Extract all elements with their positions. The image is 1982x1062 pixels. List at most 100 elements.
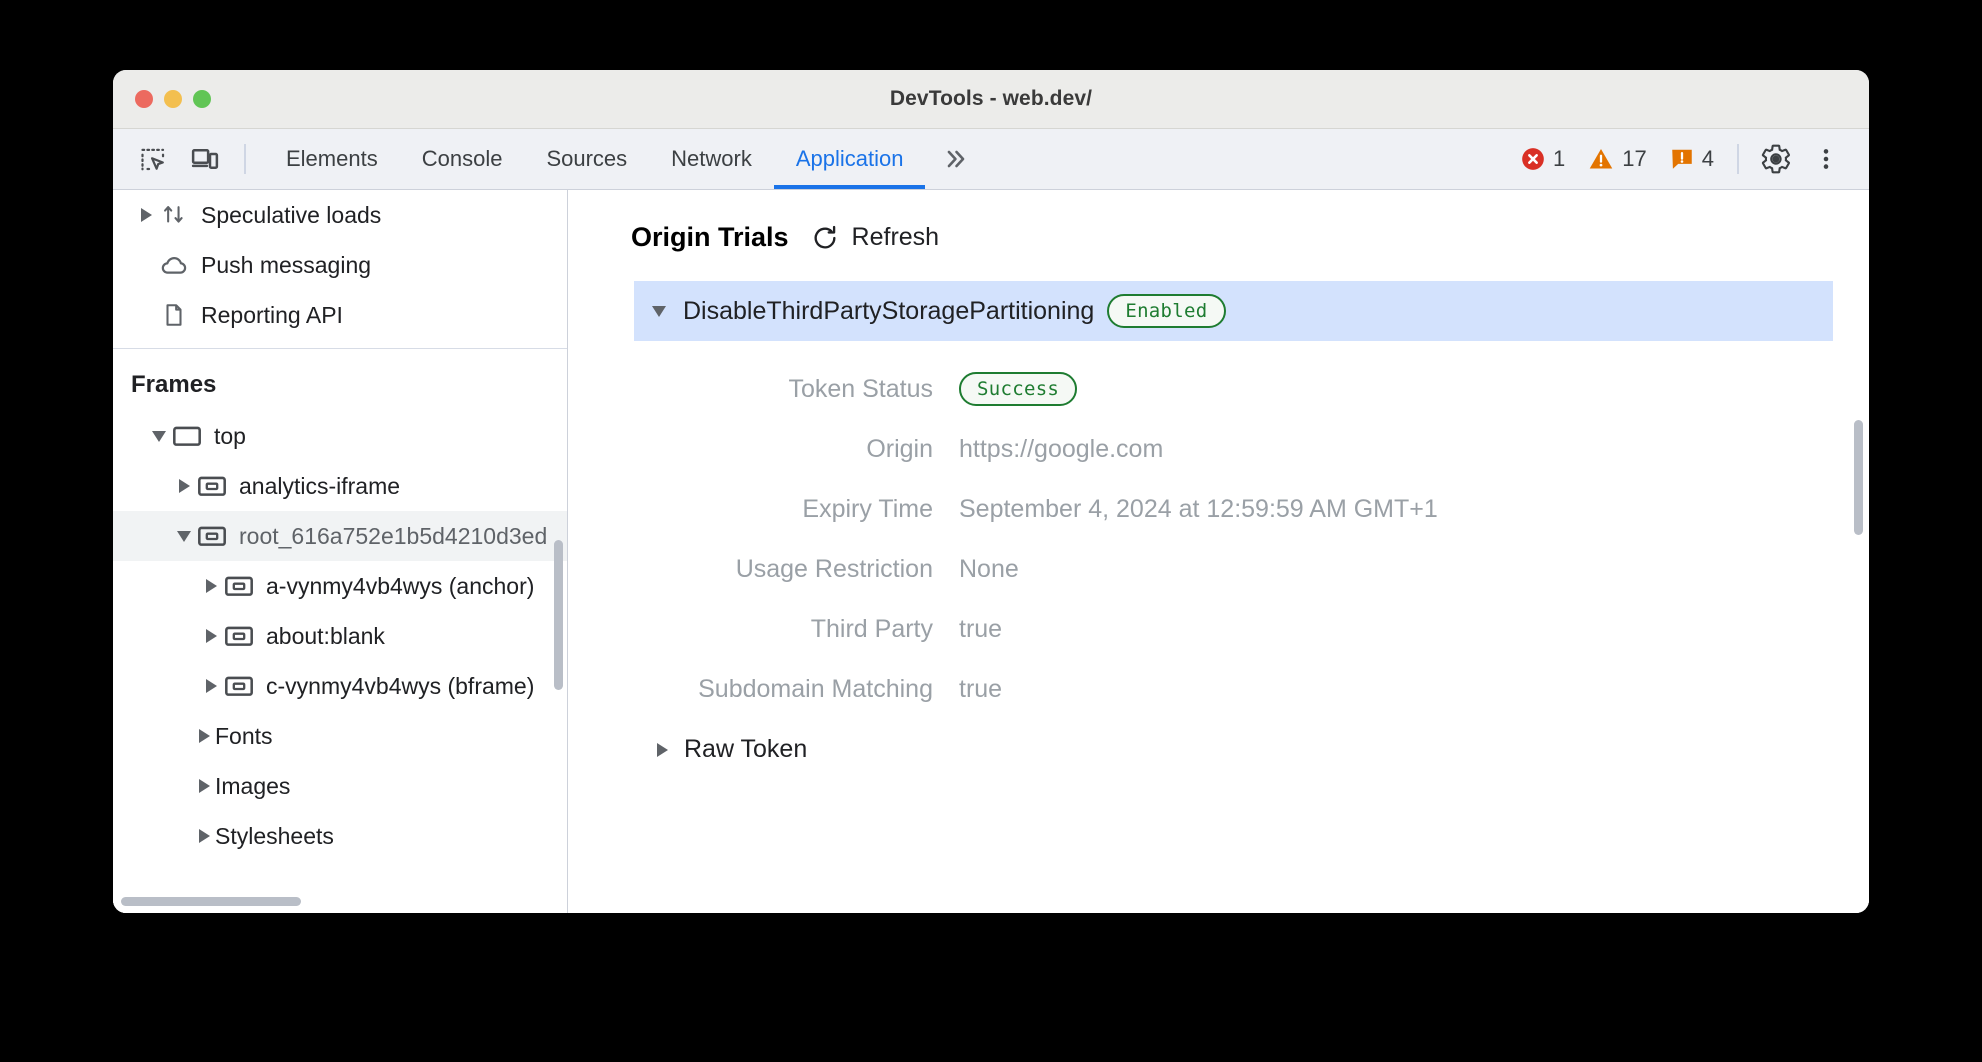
collapse-arrow-icon[interactable] bbox=[173, 531, 195, 542]
kebab-menu-icon bbox=[1813, 144, 1839, 174]
inspect-element-button[interactable] bbox=[130, 136, 176, 182]
frame-item-analytics-iframe[interactable]: analytics-iframe bbox=[113, 461, 567, 511]
window-traffic-lights bbox=[135, 90, 211, 108]
tab-console-label: Console bbox=[422, 146, 503, 172]
tab-sources-label: Sources bbox=[546, 146, 627, 172]
warning-icon bbox=[1587, 146, 1615, 172]
expand-arrow-icon[interactable] bbox=[193, 779, 215, 793]
expand-arrow-icon[interactable] bbox=[651, 743, 673, 757]
close-window-button[interactable] bbox=[135, 90, 153, 108]
devtools-toolbar: Elements Console Sources Network Applica… bbox=[113, 129, 1869, 190]
field-origin: Origin https://google.com bbox=[634, 419, 1869, 479]
field-label: Usage Restriction bbox=[634, 555, 959, 584]
maximize-window-button[interactable] bbox=[193, 90, 211, 108]
origin-trial-row[interactable]: DisableThirdPartyStoragePartitioning Ena… bbox=[634, 281, 1833, 341]
sidebar-item-speculative-loads[interactable]: Speculative loads bbox=[113, 190, 567, 240]
frame-item-about-blank[interactable]: about:blank bbox=[113, 611, 567, 661]
expand-arrow-icon[interactable] bbox=[135, 208, 157, 222]
field-value: true bbox=[959, 615, 1002, 644]
refresh-button[interactable]: Refresh bbox=[811, 223, 940, 252]
tab-elements[interactable]: Elements bbox=[264, 129, 400, 189]
frame-item-stylesheets[interactable]: Stylesheets bbox=[113, 811, 567, 861]
minimize-window-button[interactable] bbox=[164, 90, 182, 108]
iframe-icon bbox=[222, 674, 256, 698]
toolbar-right-group: 1 17 4 bbox=[1511, 129, 1869, 189]
tab-network[interactable]: Network bbox=[649, 129, 774, 189]
sidebar-item-push-messaging[interactable]: Push messaging bbox=[113, 240, 567, 290]
expand-arrow-icon[interactable] bbox=[193, 829, 215, 843]
expand-arrow-icon[interactable] bbox=[200, 579, 222, 593]
token-status-badge: Success bbox=[959, 372, 1077, 406]
refresh-icon bbox=[811, 224, 839, 252]
field-third-party: Third Party true bbox=[634, 599, 1869, 659]
frame-item-a-vynmy4vb4wys[interactable]: a-vynmy4vb4wys (anchor) bbox=[113, 561, 567, 611]
origin-trials-panel: Origin Trials Refresh DisableThirdPartyS… bbox=[568, 190, 1869, 913]
main-menu-button[interactable] bbox=[1803, 136, 1849, 182]
field-expiry-time: Expiry Time September 4, 2024 at 12:59:5… bbox=[634, 479, 1869, 539]
iframe-icon bbox=[195, 524, 229, 548]
content-vertical-scrollbar[interactable] bbox=[1854, 420, 1863, 535]
issue-counter[interactable]: 4 bbox=[1660, 146, 1723, 172]
field-label: Token Status bbox=[634, 375, 959, 404]
tab-console[interactable]: Console bbox=[400, 129, 525, 189]
frame-item-images[interactable]: Images bbox=[113, 761, 567, 811]
devtools-window: DevTools - web.dev/ bbox=[113, 70, 1869, 913]
iframe-icon bbox=[222, 624, 256, 648]
collapse-arrow-icon[interactable] bbox=[148, 431, 170, 442]
expand-arrow-icon[interactable] bbox=[193, 729, 215, 743]
frame-item-label: about:blank bbox=[266, 623, 385, 650]
frame-top-icon bbox=[170, 424, 204, 448]
frame-item-label: Images bbox=[215, 773, 290, 800]
cloud-icon bbox=[157, 251, 191, 279]
sidebar-scroll-area[interactable]: Speculative loads Push messaging bbox=[113, 190, 567, 891]
raw-token-label: Raw Token bbox=[684, 735, 807, 764]
field-label: Origin bbox=[634, 435, 959, 464]
sidebar-item-reporting-api[interactable]: Reporting API bbox=[113, 290, 567, 340]
toolbar-separator-right bbox=[1737, 144, 1739, 174]
field-label: Expiry Time bbox=[634, 495, 959, 524]
expand-arrow-icon[interactable] bbox=[200, 679, 222, 693]
warning-counter[interactable]: 17 bbox=[1578, 146, 1655, 172]
page-title: Origin Trials bbox=[631, 222, 789, 253]
issue-count: 4 bbox=[1702, 146, 1714, 172]
sidebar-item-label: Push messaging bbox=[201, 252, 371, 279]
window-title: DevTools - web.dev/ bbox=[113, 87, 1869, 111]
frame-item-label: a-vynmy4vb4wys (anchor) bbox=[266, 573, 534, 600]
error-count: 1 bbox=[1553, 146, 1565, 172]
iframe-icon bbox=[222, 574, 256, 598]
field-subdomain-matching: Subdomain Matching true bbox=[634, 659, 1869, 719]
frame-item-fonts[interactable]: Fonts bbox=[113, 711, 567, 761]
sidebar-horizontal-scrollbar[interactable] bbox=[121, 897, 301, 906]
tab-application[interactable]: Application bbox=[774, 129, 926, 189]
frames-section-header: Frames bbox=[113, 349, 567, 411]
field-label: Third Party bbox=[634, 615, 959, 644]
tab-application-label: Application bbox=[796, 146, 904, 172]
tab-elements-label: Elements bbox=[286, 146, 378, 172]
device-toolbar-icon bbox=[190, 144, 220, 174]
frame-item-root[interactable]: root_616a752e1b5d4210d3ed bbox=[113, 511, 567, 561]
frame-item-label: top bbox=[214, 423, 246, 450]
tab-sources[interactable]: Sources bbox=[524, 129, 649, 189]
warning-count: 17 bbox=[1622, 146, 1646, 172]
raw-token-toggle[interactable]: Raw Token bbox=[568, 735, 1869, 764]
expand-arrow-icon[interactable] bbox=[173, 479, 195, 493]
sidebar-vertical-scrollbar[interactable] bbox=[554, 540, 563, 690]
error-counter[interactable]: 1 bbox=[1511, 146, 1574, 172]
settings-button[interactable] bbox=[1753, 136, 1799, 182]
collapse-arrow-icon[interactable] bbox=[648, 306, 670, 317]
expand-arrow-icon[interactable] bbox=[200, 629, 222, 643]
toggle-device-toolbar-button[interactable] bbox=[182, 136, 228, 182]
sidebar-item-label: Reporting API bbox=[201, 302, 343, 329]
frame-item-top[interactable]: top bbox=[113, 411, 567, 461]
frame-item-c-vynmy4vb4wys[interactable]: c-vynmy4vb4wys (bframe) bbox=[113, 661, 567, 711]
field-value: None bbox=[959, 555, 1019, 584]
field-value: September 4, 2024 at 12:59:59 AM GMT+1 bbox=[959, 495, 1438, 524]
sidebar-item-label: Speculative loads bbox=[201, 202, 381, 229]
screenshot-root: DevTools - web.dev/ bbox=[0, 0, 1982, 1062]
tab-network-label: Network bbox=[671, 146, 752, 172]
more-tabs-button[interactable] bbox=[925, 129, 987, 189]
origin-trial-details: Token Status Success Origin https://goog… bbox=[568, 359, 1869, 719]
error-icon bbox=[1520, 146, 1546, 172]
origin-trial-name: DisableThirdPartyStoragePartitioning bbox=[683, 297, 1094, 326]
frame-item-label: c-vynmy4vb4wys (bframe) bbox=[266, 673, 534, 700]
